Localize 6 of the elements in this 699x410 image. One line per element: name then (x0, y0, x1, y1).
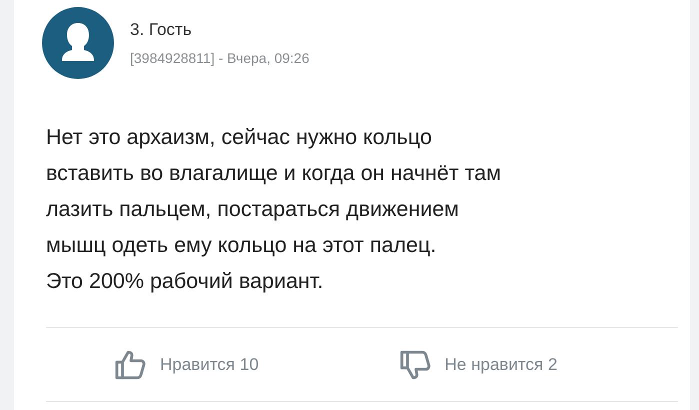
like-button[interactable]: Нравится 10 (114, 348, 259, 382)
author-name: 3. Гость (130, 20, 193, 40)
avatar-icon (42, 7, 114, 79)
comment-text: Нет это архаизм, сейчас нужно кольцо вставить во влагалище и когда он начнёт там лазить пальцем, постараться движением мышц одеть ему кольцо на этот палец. Это 200% рабочий вариант. (45, 124, 502, 295)
dislike-button[interactable]: Не нравится 2 (398, 348, 558, 382)
post-meta: [3984928811] - Вчера, 09:26 (130, 50, 310, 66)
